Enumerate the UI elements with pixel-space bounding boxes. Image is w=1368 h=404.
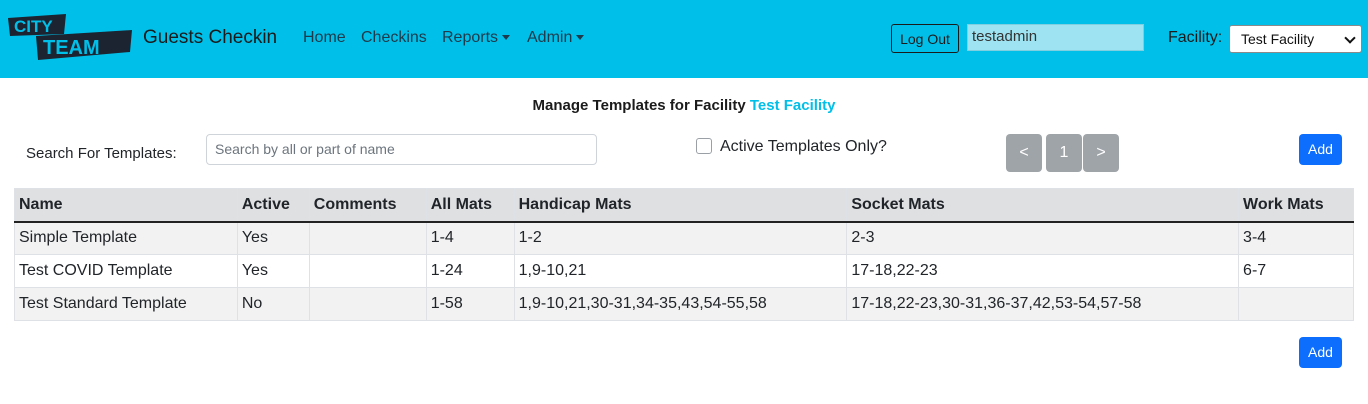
cell-active: No <box>236 287 310 321</box>
facility-selected-value: Test Facility <box>1241 31 1315 47</box>
cell-handicap-mats: 1,9-10,21 <box>513 254 848 288</box>
column-header-socket-mats[interactable]: Socket Mats <box>846 188 1240 223</box>
cell-comments <box>308 287 427 321</box>
current-page-button[interactable]: 1 <box>1046 134 1082 172</box>
cell-all-mats: 1-58 <box>425 287 515 321</box>
caret-down-icon <box>576 35 585 41</box>
nav-home[interactable]: Home <box>303 29 346 47</box>
templates-table: Name Active Comments All Mats Handicap M… <box>14 188 1354 321</box>
column-header-name[interactable]: Name <box>14 188 238 223</box>
nav-checkins[interactable]: Checkins <box>361 29 427 47</box>
table-header-row: Name Active Comments All Mats Handicap M… <box>14 188 1354 223</box>
table-row[interactable]: Test Standard Template No 1-58 1,9-10,21… <box>14 287 1354 321</box>
logo-text-team: TEAM <box>43 37 100 59</box>
search-input[interactable]: Search by all or part of name <box>206 134 597 165</box>
column-header-work-mats[interactable]: Work Mats <box>1238 188 1354 223</box>
nav-admin-dropdown[interactable]: Admin <box>527 29 585 47</box>
cell-work-mats <box>1238 287 1354 321</box>
logo-text-city: CITY <box>14 17 53 36</box>
nav-admin-label: Admin <box>527 29 573 46</box>
cell-name[interactable]: Test COVID Template <box>14 254 238 288</box>
cell-all-mats: 1-24 <box>425 254 515 288</box>
cell-name[interactable]: Test Standard Template <box>14 287 238 321</box>
prev-page-button[interactable]: < <box>1006 134 1042 172</box>
username-display: testadmin <box>967 24 1144 51</box>
cell-handicap-mats: 1-2 <box>513 221 848 255</box>
navbar: CITY TEAM Guests Checkin Home Checkins R… <box>0 0 1368 78</box>
cell-active: Yes <box>236 221 310 255</box>
table-row[interactable]: Simple Template Yes 1-4 1-2 2-3 3-4 <box>14 221 1354 255</box>
facility-label: Facility: <box>1168 29 1223 46</box>
page-title-prefix: Manage Templates for Facility <box>532 97 746 114</box>
page-title-facility: Test Facility <box>749 97 836 114</box>
add-template-button-top[interactable]: Add <box>1299 134 1342 165</box>
cell-name[interactable]: Simple Template <box>14 221 238 255</box>
cell-comments <box>308 254 427 288</box>
nav-home-label: Home <box>303 29 346 46</box>
nav-reports-label: Reports <box>442 29 499 46</box>
nav-checkins-label: Checkins <box>361 29 427 46</box>
brand-title[interactable]: Guests Checkin <box>143 27 277 49</box>
active-only-label[interactable]: Active Templates Only? <box>720 138 887 156</box>
nav-reports-dropdown[interactable]: Reports <box>442 29 511 47</box>
column-header-handicap-mats[interactable]: Handicap Mats <box>513 188 848 223</box>
cell-work-mats: 3-4 <box>1238 221 1354 255</box>
active-only-checkbox[interactable] <box>696 138 712 154</box>
column-header-all-mats[interactable]: All Mats <box>425 188 515 223</box>
facility-select[interactable]: Test Facility <box>1229 25 1362 53</box>
cell-socket-mats: 17-18,22-23,30-31,36-37,42,53-54,57-58 <box>846 287 1240 321</box>
table-row[interactable]: Test COVID Template Yes 1-24 1,9-10,21 1… <box>14 254 1354 288</box>
cell-comments <box>308 221 427 255</box>
next-page-button[interactable]: > <box>1083 134 1119 172</box>
cell-all-mats: 1-4 <box>425 221 515 255</box>
add-template-button-bottom[interactable]: Add <box>1299 337 1342 368</box>
chevron-down-icon <box>1344 32 1356 44</box>
search-label: Search For Templates: <box>26 145 177 162</box>
cityteam-logo[interactable]: CITY TEAM <box>6 12 134 64</box>
cell-socket-mats: 2-3 <box>846 221 1240 255</box>
column-header-active[interactable]: Active <box>236 188 310 223</box>
column-header-comments[interactable]: Comments <box>308 188 427 223</box>
cell-handicap-mats: 1,9-10,21,30-31,34-35,43,54-55,58 <box>513 287 848 321</box>
cell-socket-mats: 17-18,22-23 <box>846 254 1240 288</box>
page-title: Manage Templates for Facility Test Facil… <box>0 97 1368 114</box>
cell-work-mats: 6-7 <box>1238 254 1354 288</box>
caret-down-icon <box>502 35 511 41</box>
logout-button[interactable]: Log Out <box>891 24 959 53</box>
cell-active: Yes <box>236 254 310 288</box>
